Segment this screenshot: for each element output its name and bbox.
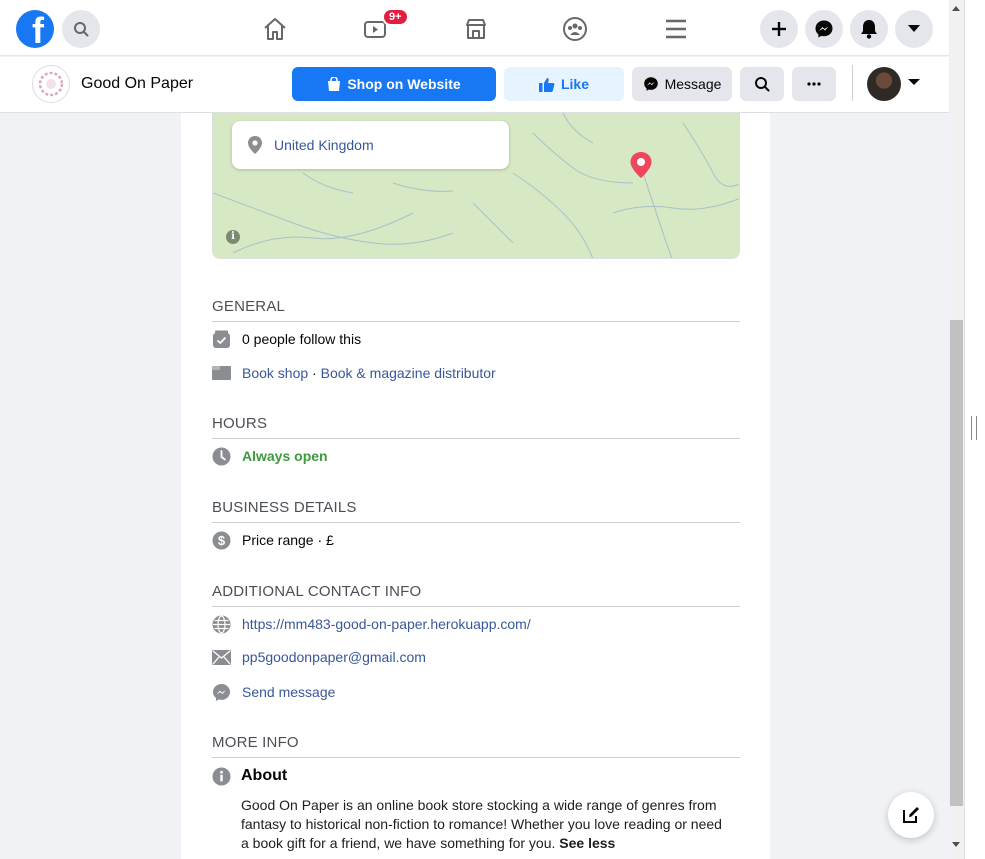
clock-icon <box>212 447 231 466</box>
contact-section-title: ADDITIONAL CONTACT INFO <box>212 583 422 600</box>
thumbs-up-icon <box>538 77 555 92</box>
user-menu-caret-icon[interactable] <box>908 79 920 85</box>
more-info-section-title: MORE INFO <box>212 734 299 751</box>
contact-divider <box>212 606 740 607</box>
about-body: Good On Paper is an online book store st… <box>241 797 722 851</box>
shop-on-website-label: Shop on Website <box>347 76 461 92</box>
email-row: pp5goodonpaper@gmail.com <box>212 647 426 667</box>
page-search-button[interactable] <box>740 67 784 101</box>
groups-icon[interactable] <box>556 10 594 48</box>
general-section-title: GENERAL <box>212 298 286 315</box>
marketplace-icon[interactable] <box>457 10 495 48</box>
followers-row: 0 people follow this <box>212 329 361 349</box>
category-separator: · <box>308 365 321 381</box>
info-icon <box>212 767 231 786</box>
top-navigation-bar: f 9+ <box>0 0 949 56</box>
hours-status: Always open <box>242 448 328 464</box>
search-icon <box>755 77 770 92</box>
price-range-row: $ Price range · £ <box>212 530 334 550</box>
map-location-text: United Kingdom <box>274 137 374 153</box>
menu-icon[interactable] <box>657 10 695 48</box>
map-marker-icon[interactable] <box>629 151 653 184</box>
hours-row: Always open <box>212 446 328 466</box>
new-message-button[interactable] <box>888 792 934 838</box>
shopping-bag-icon <box>328 76 341 91</box>
globe-icon <box>212 614 231 634</box>
svg-text:$: $ <box>218 533 226 548</box>
email-link[interactable]: pp5goodonpaper@gmail.com <box>242 649 426 665</box>
followers-check-icon <box>212 330 231 349</box>
hours-divider <box>212 438 740 439</box>
account-caret-icon[interactable] <box>895 10 933 48</box>
map-info-icon[interactable]: i <box>226 230 240 244</box>
hours-section-title: HOURS <box>212 415 268 432</box>
messenger-icon <box>643 77 658 91</box>
send-message-row: Send message <box>212 682 335 702</box>
page-avatar[interactable] <box>32 65 70 103</box>
about-title: About <box>241 767 288 784</box>
pagebar-divider <box>852 65 853 101</box>
see-less-link[interactable]: See less <box>559 835 615 851</box>
page-action-bar: Good On Paper Shop on Website Like Messa… <box>0 57 949 113</box>
category-row: Book shop · Book & magazine distributor <box>212 363 496 383</box>
price-range-text: Price range · £ <box>242 532 334 548</box>
website-link[interactable]: https://mm483-good-on-paper.herokuapp.co… <box>242 616 531 632</box>
scroll-down-arrow-icon[interactable] <box>952 842 960 847</box>
like-label: Like <box>560 76 589 92</box>
category-distributor-link[interactable]: Book & magazine distributor <box>321 365 496 381</box>
business-section-title: BUSINESS DETAILS <box>212 499 357 516</box>
home-icon[interactable] <box>256 10 294 48</box>
notification-badge: 9+ <box>382 8 409 26</box>
compose-icon <box>903 807 919 823</box>
category-book-shop-link[interactable]: Book shop <box>242 365 308 381</box>
followers-text: 0 people follow this <box>242 331 362 347</box>
business-divider <box>212 522 740 523</box>
notifications-icon[interactable] <box>850 10 888 48</box>
search-icon[interactable] <box>62 10 100 48</box>
page-name: Good On Paper <box>81 75 194 92</box>
scrollbar-thumb[interactable] <box>950 320 963 806</box>
scroll-up-arrow-icon[interactable] <box>952 6 960 11</box>
about-text: Good On Paper is an online book store st… <box>241 796 731 853</box>
general-divider <box>212 321 740 322</box>
location-pin-icon <box>248 136 262 154</box>
facebook-logo[interactable]: f <box>16 10 54 48</box>
category-flag-icon <box>212 364 231 383</box>
plus-icon[interactable] <box>760 10 798 48</box>
facebook-logo-letter: f <box>32 10 44 49</box>
messenger-icon[interactable] <box>805 10 843 48</box>
envelope-icon <box>212 648 231 667</box>
resize-grip-icon[interactable] <box>971 416 977 440</box>
send-message-link[interactable]: Send message <box>242 684 335 700</box>
user-avatar[interactable] <box>867 67 901 101</box>
message-button[interactable]: Message <box>632 67 732 101</box>
ellipsis-icon <box>807 82 821 86</box>
website-row: https://mm483-good-on-paper.herokuapp.co… <box>212 614 531 634</box>
price-dollar-icon: $ <box>212 531 231 550</box>
more-options-button[interactable] <box>792 67 836 101</box>
like-button[interactable]: Like <box>504 67 624 101</box>
messenger-icon <box>212 683 231 702</box>
about-icon-row <box>212 766 231 786</box>
map-location-label[interactable]: United Kingdom <box>232 121 509 169</box>
message-label: Message <box>664 76 722 92</box>
more-info-divider <box>212 757 740 758</box>
shop-on-website-button[interactable]: Shop on Website <box>292 67 496 101</box>
